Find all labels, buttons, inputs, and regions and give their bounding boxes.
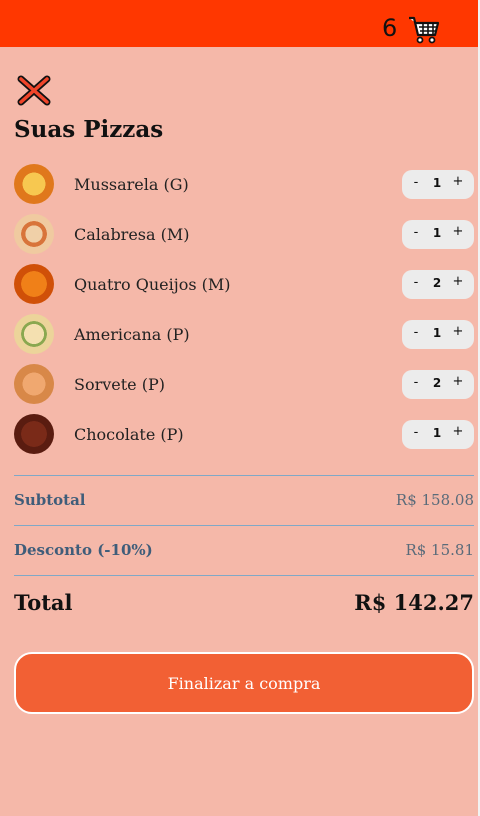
cart-item: Mussarela (G) - 1 + (14, 160, 476, 210)
decrease-button[interactable]: - (411, 175, 421, 190)
quantity-stepper: - 2 + (402, 370, 474, 399)
cart-item: Americana (P) - 1 + (14, 310, 476, 360)
discount-value: R$ 15.81 (405, 541, 474, 559)
pizza-image (14, 414, 54, 454)
decrease-button[interactable]: - (411, 275, 421, 290)
close-x-icon[interactable] (17, 74, 51, 106)
quantity-value: 1 (432, 226, 442, 240)
pizza-image (14, 314, 54, 354)
total-label: Total (14, 590, 73, 615)
item-name: Sorvete (P) (74, 375, 165, 394)
item-name: Mussarela (G) (74, 175, 189, 194)
item-name: Americana (P) (74, 325, 190, 344)
pizza-image (14, 264, 54, 304)
cart-item: Calabresa (M) - 1 + (14, 210, 476, 260)
total-value: R$ 142.27 (354, 590, 474, 615)
decrease-button[interactable]: - (411, 425, 421, 440)
cart-item-list: Mussarela (G) - 1 + Calabresa (M) - 1 + … (14, 160, 476, 460)
subtotal-value: R$ 158.08 (395, 491, 474, 509)
increase-button[interactable]: + (452, 174, 464, 189)
pizza-image (14, 364, 54, 404)
shopping-cart-icon[interactable] (408, 15, 440, 45)
quantity-stepper: - 1 + (402, 220, 474, 249)
quantity-value: 1 (432, 176, 442, 190)
pizza-image (14, 214, 54, 254)
divider (14, 575, 474, 576)
cart-item: Quatro Queijos (M) - 2 + (14, 260, 476, 310)
quantity-value: 1 (432, 326, 442, 340)
increase-button[interactable]: + (452, 274, 464, 289)
pizza-image (14, 164, 54, 204)
discount-label: Desconto (-10%) (14, 541, 153, 559)
quantity-value: 2 (432, 376, 442, 390)
quantity-stepper: - 1 + (402, 170, 474, 199)
item-name: Calabresa (M) (74, 225, 190, 244)
quantity-value: 2 (432, 276, 442, 290)
increase-button[interactable]: + (452, 374, 464, 389)
divider (14, 525, 474, 526)
cart-count: 6 (382, 14, 398, 42)
quantity-stepper: - 1 + (402, 320, 474, 349)
divider (14, 475, 474, 476)
decrease-button[interactable]: - (411, 325, 421, 340)
decrease-button[interactable]: - (411, 375, 421, 390)
quantity-value: 1 (432, 426, 442, 440)
top-bar: 6 (0, 0, 478, 47)
increase-button[interactable]: + (452, 424, 464, 439)
item-name: Quatro Queijos (M) (74, 275, 231, 294)
item-name: Chocolate (P) (74, 425, 184, 444)
quantity-stepper: - 2 + (402, 270, 474, 299)
decrease-button[interactable]: - (411, 225, 421, 240)
cart-item: Sorvete (P) - 2 + (14, 360, 476, 410)
increase-button[interactable]: + (452, 224, 464, 239)
quantity-stepper: - 1 + (402, 420, 474, 449)
checkout-button[interactable]: Finalizar a compra (14, 652, 474, 714)
page-title: Suas Pizzas (14, 116, 164, 143)
increase-button[interactable]: + (452, 324, 464, 339)
subtotal-label: Subtotal (14, 491, 86, 509)
cart-item: Chocolate (P) - 1 + (14, 410, 476, 460)
